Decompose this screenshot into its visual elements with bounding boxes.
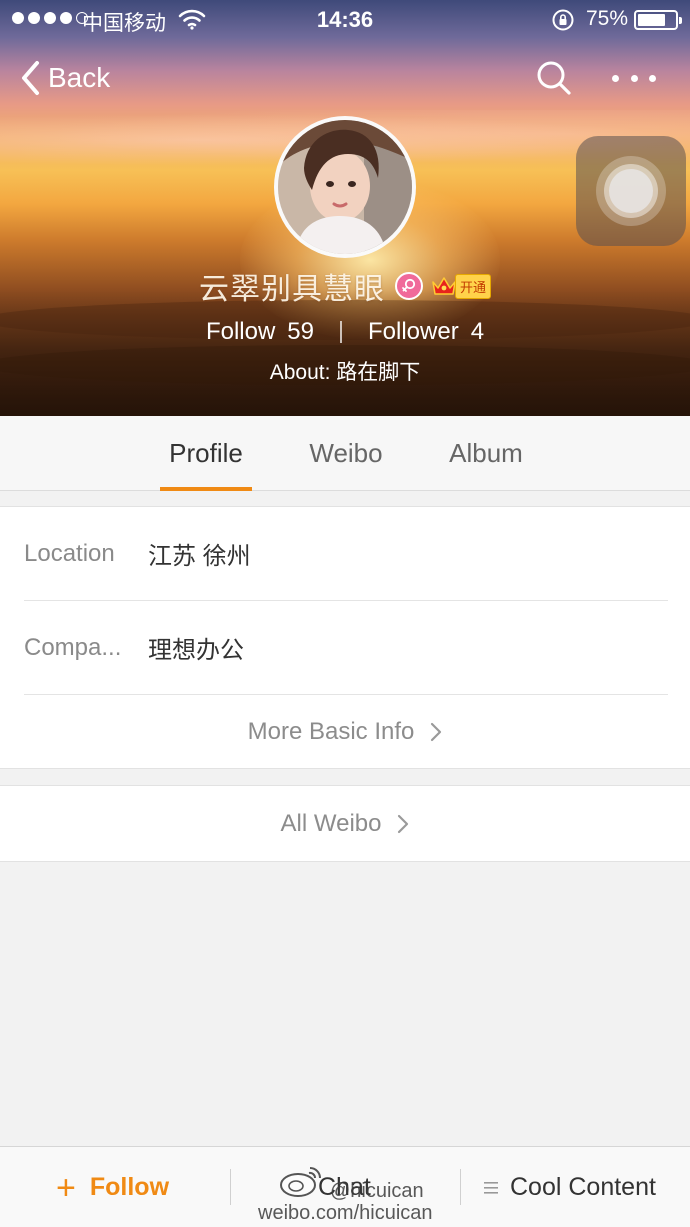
crown-icon (432, 277, 456, 295)
tab-weibo-label: Weibo (309, 438, 383, 468)
battery-fill (638, 14, 665, 26)
plus-icon: + (56, 1168, 76, 1207)
follower-label: Follower (368, 318, 459, 345)
toolbar-divider (460, 1169, 461, 1205)
chevron-right-icon (431, 722, 442, 742)
bottom-toolbar: + Follow Chat Cool Content (0, 1146, 690, 1227)
more-basic-info-label: More Basic Info (247, 718, 415, 745)
tab-weibo[interactable]: Weibo (300, 416, 392, 491)
dot-icon (612, 74, 619, 82)
cool-content-label: Cool Content (510, 1173, 656, 1201)
info-row-company: Compa... 理想办公 (24, 601, 668, 695)
stats-divider (340, 321, 342, 343)
profile-name-row: 云翠别具慧眼 开通 (0, 264, 690, 308)
back-label: Back (48, 62, 111, 93)
about-text: About: 路在脚下 (269, 361, 421, 384)
status-bar: 中国移动 14:36 75% (0, 0, 690, 40)
tab-album-label: Album (449, 438, 523, 468)
tab-profile-label: Profile (169, 438, 243, 468)
header-hills (0, 290, 690, 416)
all-weibo-card: All Weibo (0, 785, 690, 862)
tab-profile[interactable]: Profile (160, 416, 252, 491)
basic-info-card: Location 江苏 徐州 Compa... 理想办公 More Basic … (0, 506, 690, 769)
company-value: 理想办公 (148, 637, 244, 664)
female-gender-icon (394, 272, 423, 300)
back-button[interactable]: Back (20, 56, 110, 100)
search-icon[interactable] (534, 58, 574, 98)
chevron-left-icon (22, 61, 39, 95)
chat-button[interactable]: Chat (318, 1147, 371, 1227)
toolbar-divider (230, 1169, 231, 1205)
follow-count-link[interactable]: Follow 59 (206, 318, 314, 346)
all-weibo-link[interactable]: All Weibo (0, 786, 690, 862)
follow-button-label: Follow (89, 1173, 170, 1201)
active-tab-indicator (160, 487, 252, 491)
rotation-lock-icon (552, 9, 574, 31)
battery-percent: 75% (586, 7, 629, 30)
chat-button-label: Chat (318, 1173, 371, 1201)
cool-content-button[interactable]: Cool Content (484, 1147, 656, 1227)
more-basic-info-link[interactable]: More Basic Info (0, 695, 690, 769)
info-row-location: Location 江苏 徐州 (24, 507, 668, 601)
dot-icon (649, 74, 656, 82)
follow-stats: Follow 59 Follower 4 (0, 312, 690, 352)
assistive-touch-button[interactable] (576, 136, 686, 246)
more-options-button[interactable] (612, 64, 656, 92)
all-weibo-label: All Weibo (280, 810, 382, 837)
tab-album[interactable]: Album (438, 416, 534, 491)
profile-name: 云翠别具慧眼 (198, 273, 385, 306)
follow-count: 59 (287, 318, 314, 345)
avatar-photo (278, 120, 412, 254)
location-label: Location (24, 539, 115, 567)
follow-label: Follow (205, 318, 276, 345)
follower-count: 4 (470, 318, 485, 345)
company-label: Compa... (24, 633, 122, 661)
battery-icon (634, 10, 682, 30)
vip-open-label: 开通 (454, 273, 491, 299)
avatar[interactable] (274, 116, 416, 258)
chevron-right-icon (398, 814, 409, 834)
vip-membership-badge[interactable]: 开通 (431, 273, 491, 299)
profile-tabs: Profile Weibo Album (0, 416, 690, 491)
location-value: 江苏 徐州 (148, 543, 251, 570)
follow-button[interactable]: + Follow (56, 1147, 169, 1227)
dot-icon (630, 74, 638, 82)
follower-count-link[interactable]: Follower 4 (368, 318, 484, 346)
menu-icon (484, 1181, 498, 1194)
